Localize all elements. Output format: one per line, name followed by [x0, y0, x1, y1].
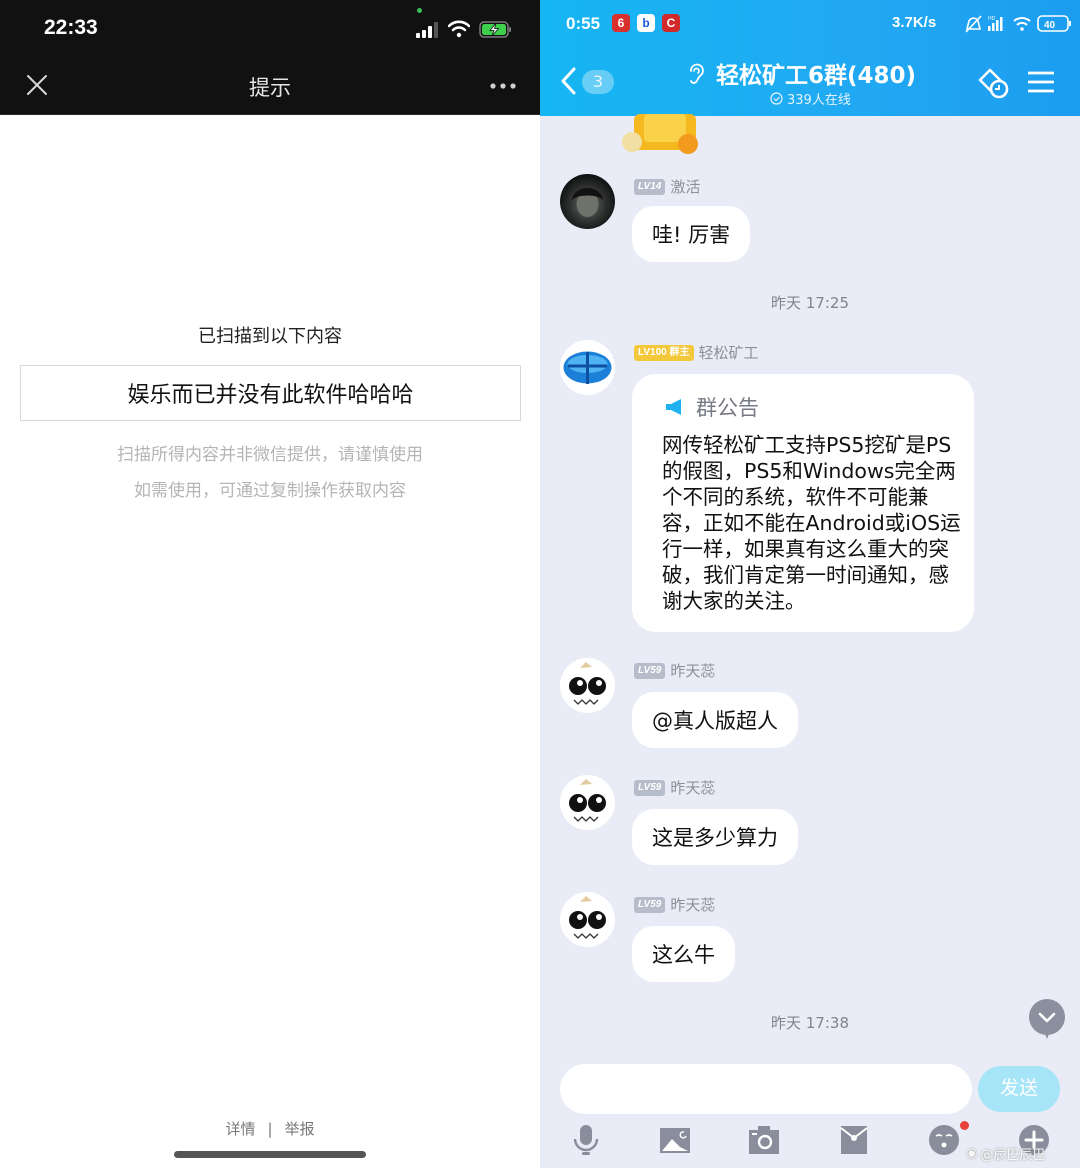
message-bubble[interactable]: 这么牛	[632, 926, 735, 982]
qq-group-chat-screen: 0:55 6 b C 3.7K/s HD 40 3 轻松矿工6群(480) 33…	[540, 0, 1080, 1168]
announcement-header: 群公告	[664, 392, 759, 422]
group-title[interactable]: 轻松矿工6群(480)	[716, 56, 916, 90]
status-time: 0:55	[566, 14, 601, 33]
details-link[interactable]: 详情	[225, 1118, 255, 1139]
battery-icon: 40	[1037, 15, 1071, 32]
more-dots-icon[interactable]	[488, 76, 518, 96]
ear-speaker-mode-icon[interactable]	[686, 62, 706, 86]
avatar-昨天蕊[interactable]	[560, 658, 615, 713]
sender-meta: LV59 昨天蕊	[634, 777, 715, 798]
watermark-text: @辰巴辰巴	[980, 1148, 1046, 1163]
share-screen-icon[interactable]	[976, 66, 1012, 100]
level-badge: LV59	[634, 896, 666, 913]
status-time: 22:33	[44, 16, 98, 39]
level-badge: LV14	[634, 178, 666, 195]
cellular-signal-icon	[416, 22, 438, 38]
emoji-icon[interactable]	[928, 1124, 960, 1156]
announcement-title: 群公告	[696, 396, 759, 420]
chat-header: 0:55 6 b C 3.7K/s HD 40 3 轻松矿工6群(480) 33…	[540, 0, 1080, 116]
avatar-image	[569, 779, 606, 822]
app-notification-icon: C	[662, 14, 680, 32]
sender-name[interactable]: 昨天蕊	[670, 660, 715, 681]
sender-meta: LV59 昨天蕊	[634, 660, 715, 681]
message-bubble[interactable]: 这是多少算力	[632, 809, 798, 865]
home-indicator[interactable]	[174, 1151, 366, 1158]
mute-icon	[965, 15, 982, 33]
avatar-激活[interactable]	[560, 174, 615, 229]
sender-meta: LV14 激活	[634, 176, 700, 197]
weibo-watermark: ◉ @辰巴辰巴	[966, 1144, 1045, 1163]
scan-copy-note: 如需使用，可通过复制操作获取内容	[134, 481, 406, 501]
avatar-昨天蕊[interactable]	[560, 892, 615, 947]
weibo-logo-icon: ◉	[966, 1146, 978, 1161]
scan-label: 已扫描到以下内容	[198, 326, 342, 347]
unread-count-badge[interactable]: 3	[582, 70, 614, 94]
level-badge: LV100 群主	[634, 344, 694, 361]
svg-text:HD: HD	[988, 16, 996, 22]
sender-name[interactable]: 昨天蕊	[670, 894, 715, 915]
status-bar: 22:33	[0, 0, 540, 58]
svg-text:40: 40	[1044, 20, 1056, 31]
menu-icon[interactable]	[1028, 70, 1054, 94]
send-button[interactable]: 发送	[978, 1066, 1060, 1112]
footer-separator: |	[267, 1120, 273, 1138]
camera-icon[interactable]	[748, 1124, 780, 1156]
hd-signal-icon: HD	[988, 16, 1003, 31]
level-badge: LV59	[634, 662, 666, 679]
message-input[interactable]	[560, 1064, 972, 1114]
group-announcement-card[interactable]: 群公告 网传轻松矿工支持PS5挖矿是PS的假图，PS5和Windows完全两个不…	[632, 374, 974, 632]
announcement-text: 网传轻松矿工支持PS5挖矿是PS的假图，PS5和Windows完全两个不同的系统…	[662, 433, 961, 613]
sender-name[interactable]: 昨天蕊	[670, 777, 715, 798]
online-count: 339人在线	[770, 89, 851, 108]
avatar-image	[563, 351, 612, 384]
sender-name[interactable]: 轻松矿工	[699, 342, 759, 363]
status-icons: HD 40	[965, 15, 1071, 33]
online-check-icon	[770, 92, 783, 105]
wechat-scan-screen: 22:33 提示 已扫描到以下内容 娱乐而已并没有此软件哈哈哈 扫描所得内容并非…	[0, 0, 540, 1168]
message-bubble[interactable]: 哇! 厉害	[632, 206, 751, 262]
scan-result-box[interactable]: 娱乐而已并没有此软件哈哈哈	[20, 365, 521, 421]
battery-charging-icon	[479, 21, 511, 38]
online-count-text: 339人在线	[787, 93, 851, 108]
avatar-image	[572, 188, 603, 217]
level-badge: LV59	[634, 779, 666, 796]
nav-bar: 提示	[0, 58, 540, 115]
red-packet-icon[interactable]	[838, 1124, 870, 1156]
chat-timestamp: 昨天 17:25	[771, 294, 849, 312]
report-link[interactable]: 举报	[285, 1118, 315, 1139]
avatar-image	[569, 662, 606, 705]
avatar-image	[569, 896, 606, 939]
baidu-notification-icon: b	[637, 14, 655, 32]
chat-timestamp: 昨天 17:38	[771, 1014, 849, 1032]
avatar-轻松矿工[interactable]	[560, 340, 615, 395]
netease-music-notification-icon: 6	[612, 14, 630, 32]
back-chevron-icon[interactable]	[558, 66, 580, 96]
privacy-indicator-dot	[417, 8, 422, 13]
scan-warning-note: 扫描所得内容并非微信提供，请谨慎使用	[117, 445, 423, 465]
wifi-icon	[448, 20, 470, 38]
scroll-to-bottom-icon[interactable]	[1028, 998, 1066, 1040]
page-title: 提示	[249, 76, 291, 100]
message-bubble[interactable]: @真人版超人	[632, 692, 798, 748]
owner-role-badge: 群主	[669, 346, 690, 358]
sender-meta: LV59 昨天蕊	[634, 894, 715, 915]
megaphone-icon	[666, 399, 681, 415]
gold-sticker-image[interactable]	[618, 114, 712, 156]
footer-links: 详情 | 举报	[0, 1118, 540, 1139]
sender-meta: LV100 群主 轻松矿工	[634, 342, 759, 363]
sender-name[interactable]: 激活	[670, 176, 700, 197]
new-emoji-dot	[960, 1121, 969, 1130]
avatar-昨天蕊[interactable]	[560, 775, 615, 830]
microphone-icon[interactable]	[570, 1124, 602, 1156]
wifi-icon	[1013, 17, 1031, 31]
image-icon[interactable]	[659, 1124, 691, 1156]
network-speed: 3.7K/s	[892, 14, 937, 31]
